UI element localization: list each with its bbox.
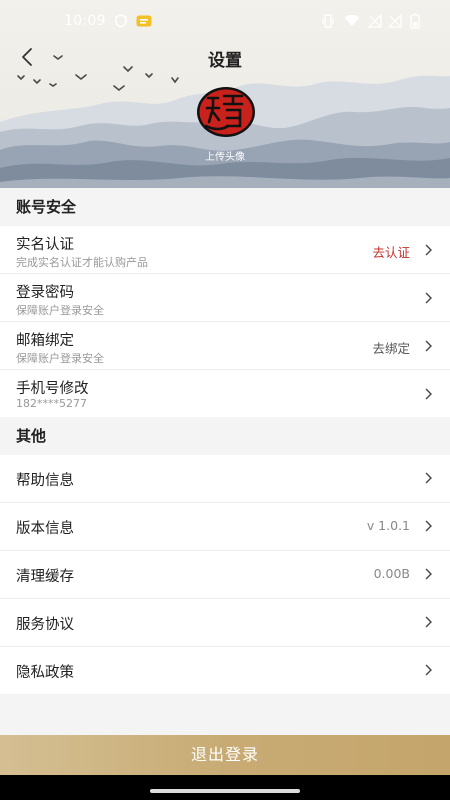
row-label: 服务协议 (16, 617, 74, 633)
chevron-right-icon (425, 292, 432, 304)
row-label: 隐私政策 (16, 665, 74, 681)
row-label: 手机号修改 (16, 381, 89, 397)
home-indicator[interactable] (150, 789, 300, 793)
row-label: 邮箱绑定 (16, 333, 74, 349)
row-help-info[interactable]: 帮助信息 (0, 455, 450, 503)
section-title-other: 其他 (0, 417, 450, 455)
signal-off-icon-2 (388, 14, 402, 28)
row-version-info[interactable]: 版本信息 v 1.0.1 (0, 503, 450, 551)
logout-label: 退出登录 (190, 745, 259, 764)
row-label: 帮助信息 (16, 473, 74, 489)
row-real-name[interactable]: 实名认证 完成实名认证才能认购产品 去认证 (0, 226, 450, 274)
system-nav-bar (0, 775, 450, 800)
row-subtitle: 182****5277 (16, 397, 87, 410)
chevron-right-icon (425, 616, 432, 628)
bind-link[interactable]: 去绑定 (372, 338, 410, 357)
avatar[interactable] (196, 86, 256, 138)
chevron-right-icon (425, 244, 432, 256)
wifi-icon (344, 14, 360, 26)
chevron-right-icon (425, 340, 432, 352)
row-label: 清理缓存 (16, 569, 74, 585)
row-privacy-policy[interactable]: 隐私政策 (0, 647, 450, 694)
chevron-right-icon (425, 388, 432, 400)
chevron-right-icon (425, 472, 432, 484)
battery-icon (410, 13, 420, 29)
chevron-right-icon (425, 520, 432, 532)
row-subtitle: 完成实名认证才能认购产品 (16, 256, 148, 269)
row-label: 实名认证 (16, 237, 74, 253)
vibrate-icon (322, 14, 334, 28)
row-email-binding[interactable]: 邮箱绑定 保障账户登录安全 去绑定 (0, 322, 450, 370)
version-value: v 1.0.1 (366, 518, 410, 533)
row-label: 版本信息 (16, 521, 74, 537)
row-service-agreement[interactable]: 服务协议 (0, 599, 450, 647)
page-title: 设置 (208, 51, 242, 71)
signal-off-icon (368, 14, 382, 28)
status-bar: 10:09 (0, 0, 450, 44)
verify-link[interactable]: 去认证 (372, 242, 410, 261)
row-phone-change[interactable]: 手机号修改 182****5277 (0, 370, 450, 417)
row-login-password[interactable]: 登录密码 保障账户登录安全 (0, 274, 450, 322)
chevron-right-icon (425, 568, 432, 580)
avatar-logo-icon (197, 87, 255, 137)
row-label: 登录密码 (16, 285, 74, 301)
chevron-right-icon (425, 664, 432, 676)
message-icon (136, 15, 152, 27)
settings-header: 10:09 设置 上传头像 (0, 0, 450, 188)
row-clear-cache[interactable]: 清理缓存 0.00B (0, 551, 450, 599)
section-title-account: 账号安全 (0, 188, 450, 226)
shield-icon (115, 14, 127, 28)
cache-size-value: 0.00B (373, 566, 410, 581)
row-subtitle: 保障账户登录安全 (16, 352, 104, 365)
status-time: 10:09 (64, 13, 106, 29)
row-subtitle: 保障账户登录安全 (16, 304, 104, 317)
upload-avatar-label[interactable]: 上传头像 (0, 148, 450, 163)
logout-button[interactable]: 退出登录 (0, 735, 450, 775)
